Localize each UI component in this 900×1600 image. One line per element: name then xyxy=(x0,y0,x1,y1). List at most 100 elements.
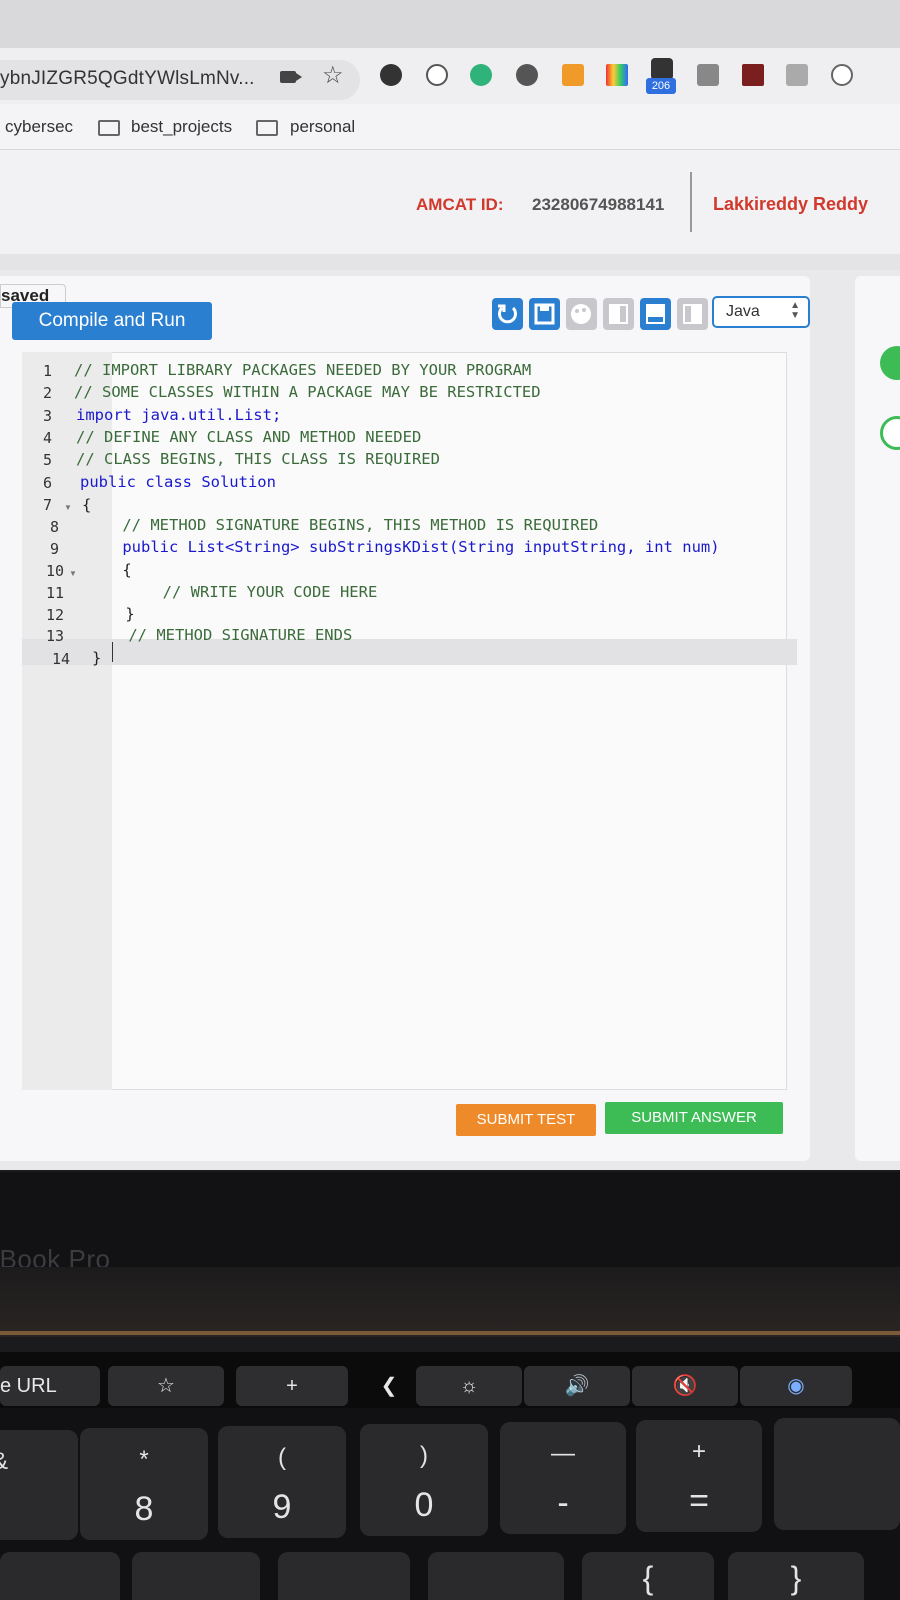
grammarly-icon[interactable] xyxy=(470,64,492,86)
extension-icon[interactable] xyxy=(742,64,764,86)
layout-bottom-icon[interactable] xyxy=(640,298,671,330)
key-q-row[interactable] xyxy=(0,1552,120,1600)
key-shift-label: { xyxy=(642,1560,654,1596)
extension-icon[interactable] xyxy=(516,64,538,86)
extension-icon[interactable] xyxy=(380,64,402,86)
touchbar-url-key[interactable]: e URL xyxy=(0,1366,100,1406)
key-p[interactable] xyxy=(278,1552,410,1600)
key-right-brace[interactable]: { xyxy=(582,1552,714,1600)
key-label: 7 xyxy=(0,1492,78,1531)
line-number: 8 xyxy=(49,518,59,536)
extension-icon[interactable] xyxy=(562,64,584,86)
code-line: import java.util.List; xyxy=(76,406,282,424)
bookmark-cybersec[interactable]: cybersec xyxy=(5,117,73,137)
touchbar-collapse-icon[interactable]: ❮ xyxy=(362,1366,416,1406)
extension-icon[interactable] xyxy=(426,64,448,86)
extension-icon[interactable] xyxy=(786,64,808,86)
code-line: // METHOD SIGNATURE BEGINS, THIS METHOD … xyxy=(85,516,599,534)
touchbar-new-tab-icon[interactable]: + xyxy=(236,1366,348,1406)
amcat-id-label: AMCAT ID: xyxy=(416,195,504,214)
code-line: public class Solution xyxy=(80,473,276,491)
bookmark-star-icon[interactable]: ☆ xyxy=(322,62,344,90)
key-8[interactable]: * 8 xyxy=(80,1428,208,1540)
touchbar-mute-icon[interactable]: 🔇 xyxy=(632,1366,738,1406)
question-side-panel xyxy=(855,276,900,1161)
key-shift-label: } xyxy=(790,1560,802,1596)
submit-test-button[interactable]: SUBMIT TEST xyxy=(456,1104,596,1136)
key-0[interactable]: ) 0 xyxy=(360,1424,488,1536)
code-line: } xyxy=(88,605,135,623)
key-shift-label: ( xyxy=(278,1444,286,1471)
touchbar-bookmark-icon[interactable]: ☆ xyxy=(108,1366,224,1406)
line-number: 13 xyxy=(45,627,64,645)
compile-and-run-button[interactable]: Compile and Run xyxy=(12,302,212,340)
fold-arrow-icon[interactable]: ▼ xyxy=(64,503,72,512)
key-shift-label: — xyxy=(551,1440,575,1467)
laptop-bezel xyxy=(0,1172,900,1267)
key-label: = xyxy=(689,1482,709,1520)
code-line: } xyxy=(92,649,102,667)
bookmark-best-projects[interactable]: best_projects xyxy=(131,117,232,137)
key-9[interactable]: ( 9 xyxy=(218,1426,346,1538)
touchbar-volume-icon[interactable]: 🔊 xyxy=(524,1366,630,1406)
extension-badge: 206 xyxy=(646,78,676,94)
text-cursor xyxy=(112,642,113,662)
key-shift-label: * xyxy=(139,1446,149,1473)
key-label: 8 xyxy=(134,1490,154,1528)
reset-icon[interactable] xyxy=(492,298,523,330)
line-number: 4 xyxy=(42,429,52,447)
line-number: 2 xyxy=(42,384,52,402)
line-number: 10 xyxy=(45,562,64,580)
palette-icon[interactable] xyxy=(606,64,628,86)
fold-arrow-icon[interactable]: ▼ xyxy=(69,569,77,578)
camera-icon[interactable] xyxy=(280,71,302,83)
language-select-value: Java xyxy=(726,303,760,320)
theme-icon[interactable] xyxy=(566,298,597,330)
submit-answer-button[interactable]: SUBMIT ANSWER xyxy=(605,1102,783,1134)
browser-tabstrip xyxy=(0,0,900,48)
key-shift-label: + xyxy=(691,1438,706,1465)
code-line: // WRITE YOUR CODE HERE xyxy=(88,583,378,601)
code-line: // CLASS BEGINS, THIS CLASS IS REQUIRED xyxy=(76,450,440,468)
code-line: // METHOD SIGNATURE ENDS xyxy=(91,626,353,644)
code-line: { xyxy=(85,561,132,579)
line-number: 7 xyxy=(42,496,52,514)
line-number: 1 xyxy=(42,362,52,380)
code-line: public List<String> subStringsKDist(Stri… xyxy=(85,538,720,556)
key-shift-label: ) xyxy=(420,1442,428,1469)
line-number: 12 xyxy=(45,606,64,624)
extension-icon[interactable] xyxy=(651,58,673,80)
key-left-bracket[interactable] xyxy=(428,1552,564,1600)
layout-right-icon[interactable] xyxy=(677,298,708,330)
key-7[interactable]: & 7 xyxy=(0,1430,78,1540)
line-number: 3 xyxy=(42,407,52,425)
header-shadow xyxy=(0,254,900,270)
line-number: 14 xyxy=(51,650,70,668)
extension-icon[interactable] xyxy=(697,64,719,86)
key-delete[interactable] xyxy=(774,1418,900,1530)
save-icon[interactable] xyxy=(529,298,560,330)
bookmark-personal[interactable]: personal xyxy=(290,117,355,137)
line-number: 11 xyxy=(45,584,64,602)
key-equals[interactable]: + = xyxy=(636,1420,762,1532)
language-select[interactable]: Java ▲ ▼ xyxy=(712,296,810,328)
extension-icon[interactable] xyxy=(831,64,853,86)
touchbar-brightness-icon[interactable]: ☼ xyxy=(416,1366,522,1406)
layout-left-icon[interactable] xyxy=(603,298,634,330)
key-right-bracket[interactable]: } xyxy=(728,1552,864,1600)
code-line: { xyxy=(82,496,92,514)
user-name: Lakkireddy Reddy xyxy=(713,194,869,214)
amcat-id-value: 23280674988141 xyxy=(532,195,665,214)
touchbar-siri-icon[interactable]: ◉ xyxy=(740,1366,852,1406)
key-o[interactable] xyxy=(132,1552,260,1600)
key-label: - xyxy=(557,1484,569,1522)
key-minus[interactable]: — - xyxy=(500,1422,626,1534)
folder-icon xyxy=(98,120,120,136)
address-bar-url[interactable]: ybnJIZGR5QGdtYWlsLmNv... xyxy=(0,68,255,90)
code-line: // SOME CLASSES WITHIN A PACKAGE MAY BE … xyxy=(74,383,541,401)
line-number: 6 xyxy=(42,474,52,492)
folder-icon xyxy=(256,120,278,136)
code-line: // IMPORT LIBRARY PACKAGES NEEDED BY YOU… xyxy=(74,361,532,379)
header-divider xyxy=(690,172,692,232)
line-number: 5 xyxy=(42,451,52,469)
